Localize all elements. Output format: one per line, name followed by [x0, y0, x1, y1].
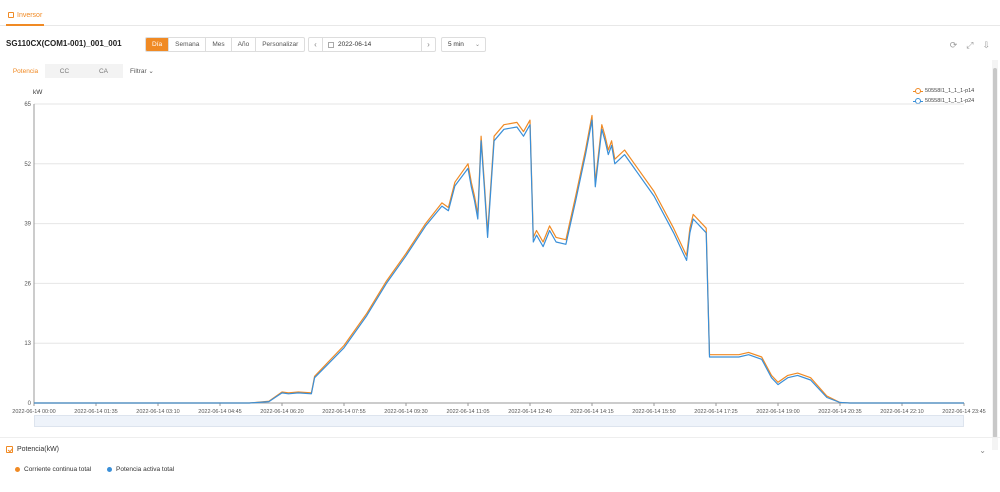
series-label: Corriente continua total: [24, 466, 92, 473]
chevron-down-icon: ⌄: [474, 42, 480, 48]
top-tab-bar: Inversor: [0, 0, 1000, 26]
date-picker: ‹ 2022-06-14 ›: [308, 37, 436, 52]
y-tick-label: 52: [24, 162, 31, 168]
interval-value: 5 min: [448, 41, 464, 48]
scrollbar[interactable]: [992, 60, 998, 450]
refresh-icon[interactable]: ⟳: [950, 40, 958, 51]
scrollbar-thumb[interactable]: [993, 68, 997, 438]
chevron-down-icon: ⌄: [148, 68, 154, 75]
divider: [0, 437, 1000, 438]
calendar-icon[interactable]: [328, 41, 334, 48]
date-value[interactable]: 2022-06-14: [338, 41, 371, 48]
export-icon[interactable]: ⇩: [982, 40, 990, 51]
panel-header[interactable]: Potencia(kW): [6, 446, 59, 453]
period-week-button[interactable]: Semana: [169, 38, 207, 51]
legend-marker-icon: [913, 88, 923, 94]
prev-date-button[interactable]: ‹: [309, 38, 323, 51]
filter-dropdown[interactable]: Filtrar ⌄: [130, 67, 154, 75]
tab-inversor[interactable]: Inversor: [6, 6, 45, 26]
data-type-tabs: Potencia CC CA: [6, 64, 123, 78]
tab-potencia[interactable]: Potencia: [6, 64, 45, 78]
zoom-slider[interactable]: [34, 415, 964, 427]
y-tick-label: 26: [24, 281, 31, 287]
filter-label: Filtrar: [130, 68, 147, 75]
checkbox-icon[interactable]: [6, 446, 13, 453]
period-year-button[interactable]: Año: [232, 38, 257, 51]
y-tick-label: 0: [28, 401, 32, 407]
panel-title: Potencia(kW): [17, 446, 60, 453]
series-label: Potencia activa total: [116, 466, 175, 473]
fullscreen-icon[interactable]: ⤢: [966, 40, 973, 51]
y-tick-label: 13: [24, 341, 31, 347]
next-date-button[interactable]: ›: [421, 38, 435, 51]
y-tick-label: 39: [24, 222, 31, 228]
tab-cc[interactable]: CC: [45, 64, 84, 78]
tab-label: Inversor: [17, 11, 43, 19]
inverter-icon: [8, 12, 14, 18]
period-selector: Día Semana Mes Año Personalizar: [145, 37, 306, 52]
device-title: SG110CX(COM1-001)_001_001: [6, 39, 122, 48]
interval-select[interactable]: 5 min ⌄: [441, 37, 486, 52]
series-option-dc[interactable]: Corriente continua total: [15, 466, 91, 473]
collapse-chevron-icon[interactable]: ⌄: [979, 446, 986, 455]
period-day-button[interactable]: Día: [146, 38, 170, 51]
series-option-active[interactable]: Potencia activa total: [107, 466, 174, 473]
series-line-2[interactable]: [34, 119, 964, 404]
y-tick-label: 65: [24, 102, 31, 108]
series-line-1[interactable]: [34, 114, 964, 404]
period-month-button[interactable]: Mes: [206, 38, 232, 51]
power-chart[interactable]: 013263952652022-06-14 00:00 2022-06-14 01…: [0, 95, 990, 420]
chart-toolbar: ⟳ ⤢ ⇩: [950, 40, 990, 51]
period-custom-button[interactable]: Personalizar: [256, 38, 304, 51]
series-dot-icon: [15, 467, 20, 472]
series-dot-icon: [107, 467, 112, 472]
tab-ca[interactable]: CA: [84, 64, 123, 78]
